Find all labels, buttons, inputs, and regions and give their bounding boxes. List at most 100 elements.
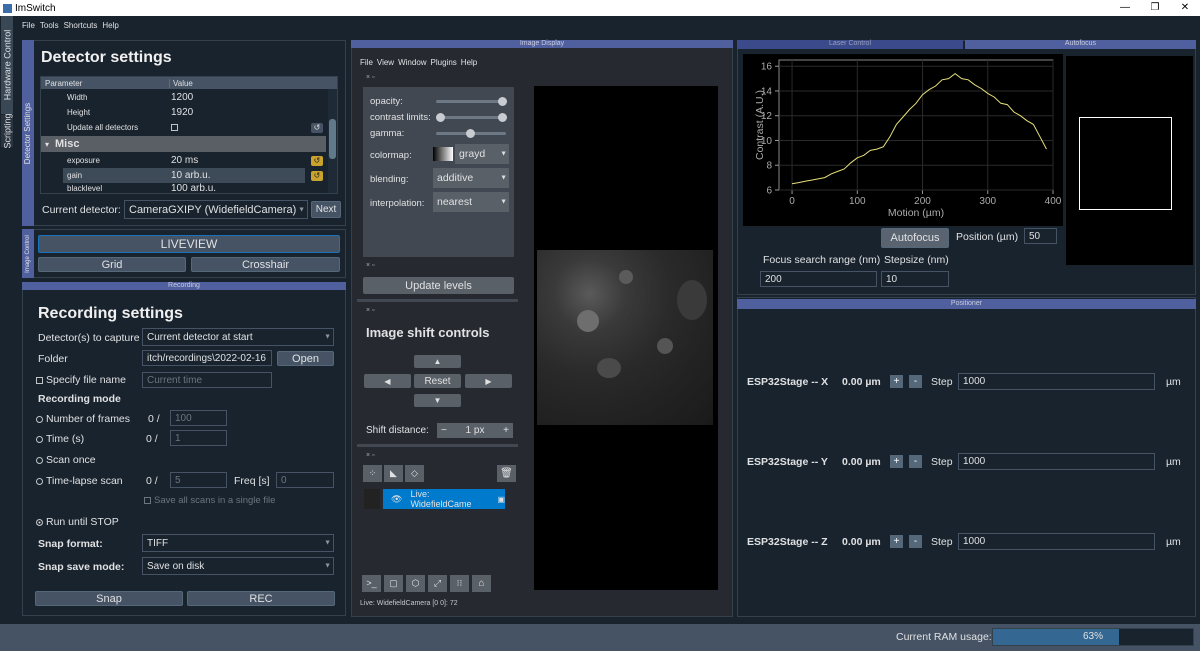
position-input[interactable]: 50 [1024, 228, 1057, 244]
stage-z-step-input[interactable]: 1000 [958, 533, 1155, 550]
table-row[interactable]: exposure 20 ms ↺ [41, 153, 331, 168]
focus-range-input[interactable]: 200 [760, 271, 877, 287]
delete-layer-icon[interactable]: 🗑 [497, 465, 516, 482]
menu-tools[interactable]: Tools [40, 21, 59, 30]
table-row[interactable]: Height 1920 [41, 105, 331, 120]
home-icon[interactable]: ⌂ [472, 575, 491, 592]
file-name-input[interactable]: Current time [142, 372, 272, 388]
timelapse-input[interactable]: 5 [170, 472, 227, 488]
shift-distance-spinbox[interactable]: − 1 px + [437, 423, 513, 438]
stage-y-plus-button[interactable]: + [890, 455, 903, 468]
snap-format-select[interactable]: TIFF ▼ [142, 534, 334, 552]
stage-x-plus-button[interactable]: + [890, 375, 903, 388]
snap-button[interactable]: Snap [35, 591, 183, 606]
visibility-eye-icon[interactable]: 👁 [391, 494, 402, 505]
dock-close-icon[interactable]: × ▫ [366, 262, 375, 269]
tab-detector-settings[interactable]: Detector Settings [22, 40, 34, 226]
autofocus-button[interactable]: Autofocus [881, 228, 949, 248]
minimize-button[interactable]: — [1110, 0, 1140, 16]
maximize-button[interactable]: ❐ [1140, 0, 1170, 16]
minus-icon[interactable]: − [441, 425, 447, 436]
interpolation-select[interactable]: nearest ▼ [433, 192, 509, 212]
dock-close-icon[interactable]: × ▫ [366, 74, 375, 81]
radio-run-until-stop[interactable]: Run until STOP [36, 516, 119, 528]
save-all-scans-checkbox[interactable]: Save all scans in a single file [144, 495, 275, 506]
gamma-slider[interactable] [436, 129, 506, 138]
reset-icon[interactable]: ↺ [311, 122, 323, 133]
snap-save-mode-select[interactable]: Save on disk ▼ [142, 557, 334, 575]
blending-select[interactable]: additive ▼ [433, 168, 509, 188]
transpose-icon[interactable]: ⤢ [428, 575, 447, 592]
capture-select[interactable]: Current detector at start ▼ [142, 328, 334, 346]
stage-x-minus-button[interactable]: - [909, 375, 922, 388]
new-points-layer-icon[interactable]: ⁘ [363, 465, 382, 482]
ndisplay-icon[interactable]: ▢ [384, 575, 403, 592]
table-row[interactable]: Update all detectors ↺ [41, 120, 331, 135]
opacity-slider[interactable] [436, 97, 507, 106]
tab-scripting[interactable]: Scripting [1, 113, 13, 149]
update-levels-button[interactable]: Update levels [363, 277, 514, 294]
table-group-misc[interactable]: ▾ Misc [41, 136, 326, 152]
napari-menu-view[interactable]: View [377, 58, 394, 67]
table-row[interactable]: blacklevel 100 arb.u. [41, 183, 331, 194]
specify-file-name-checkbox[interactable]: Specify file name [36, 374, 126, 386]
tab-hardware-control[interactable]: Hardware Control [1, 16, 13, 114]
frames-input[interactable]: 100 [170, 410, 227, 426]
plus-icon[interactable]: + [503, 425, 509, 436]
tab-autofocus[interactable]: Autofocus [965, 40, 1196, 49]
layer-item-live[interactable]: 👁 Live: WidefieldCame ▣ [383, 489, 505, 509]
stage-z-minus-button[interactable]: - [909, 535, 922, 548]
radio-time-lapse-scan[interactable]: Time-lapse scan [36, 475, 123, 487]
current-detector-select[interactable]: CameraGXIPY (WidefieldCamera) ▼ [124, 200, 308, 219]
grid-button[interactable]: Grid [38, 257, 186, 272]
new-shapes-layer-icon[interactable]: ◣ [384, 465, 403, 482]
menu-help[interactable]: Help [102, 21, 118, 30]
dock-close-icon[interactable]: × ▫ [366, 452, 375, 459]
tab-image-control[interactable]: Image Control [22, 229, 34, 278]
shift-left-button[interactable]: ◀ [364, 374, 411, 388]
recording-settings-title: Recording settings [38, 305, 183, 322]
image-canvas[interactable] [534, 86, 718, 590]
time-input[interactable]: 1 [170, 430, 227, 446]
contrast-limits-slider[interactable] [436, 113, 507, 122]
shift-up-button[interactable]: ▲ [414, 355, 461, 368]
napari-menu-help[interactable]: Help [461, 58, 477, 67]
stage-z-plus-button[interactable]: + [890, 535, 903, 548]
napari-menu-file[interactable]: File [360, 58, 373, 67]
radio-scan-once[interactable]: Scan once [36, 454, 96, 466]
grid-mode-icon[interactable]: ⁝⁝ [450, 575, 469, 592]
stage-y-minus-button[interactable]: - [909, 455, 922, 468]
tab-laser-control[interactable]: Laser Control [737, 40, 963, 49]
rec-button[interactable]: REC [187, 591, 335, 606]
folder-input[interactable]: itch/recordings\2022-02-16 [142, 350, 272, 366]
table-scrollbar[interactable] [328, 89, 337, 193]
napari-menu-plugins[interactable]: Plugins [431, 58, 457, 67]
stage-x-step-input[interactable]: 1000 [958, 373, 1155, 390]
update-all-checkbox[interactable] [171, 124, 178, 131]
menu-file[interactable]: File [22, 21, 35, 30]
radio-number-of-frames[interactable]: Number of frames [36, 413, 130, 425]
close-button[interactable]: ✕ [1170, 0, 1200, 16]
console-icon[interactable]: >_ [362, 575, 381, 592]
reset-icon[interactable]: ↺ [311, 155, 323, 166]
shift-down-button[interactable]: ▼ [414, 394, 461, 407]
colormap-select[interactable]: grayd ▼ [455, 144, 509, 164]
next-detector-button[interactable]: Next [311, 201, 341, 218]
new-labels-layer-icon[interactable]: ◇ [405, 465, 424, 482]
shift-right-button[interactable]: ▶ [465, 374, 512, 388]
table-row[interactable]: gain 10 arb.u. ↺ [41, 168, 331, 183]
stage-y-step-input[interactable]: 1000 [958, 453, 1155, 470]
table-row[interactable]: Width 1200 [41, 90, 331, 105]
roll-dims-icon[interactable]: ⬡ [406, 575, 425, 592]
open-folder-button[interactable]: Open [277, 351, 334, 366]
freq-input[interactable]: 0 [276, 472, 334, 488]
liveview-button[interactable]: LIVEVIEW [38, 235, 340, 253]
stepsize-input[interactable]: 10 [881, 271, 949, 287]
radio-time[interactable]: Time (s) [36, 433, 84, 445]
menu-shortcuts[interactable]: Shortcuts [64, 21, 98, 30]
dock-close-icon[interactable]: × ▫ [366, 307, 375, 314]
reset-shift-button[interactable]: Reset [414, 374, 461, 388]
reset-icon[interactable]: ↺ [311, 170, 323, 181]
napari-menu-window[interactable]: Window [398, 58, 426, 67]
crosshair-button[interactable]: Crosshair [191, 257, 340, 272]
